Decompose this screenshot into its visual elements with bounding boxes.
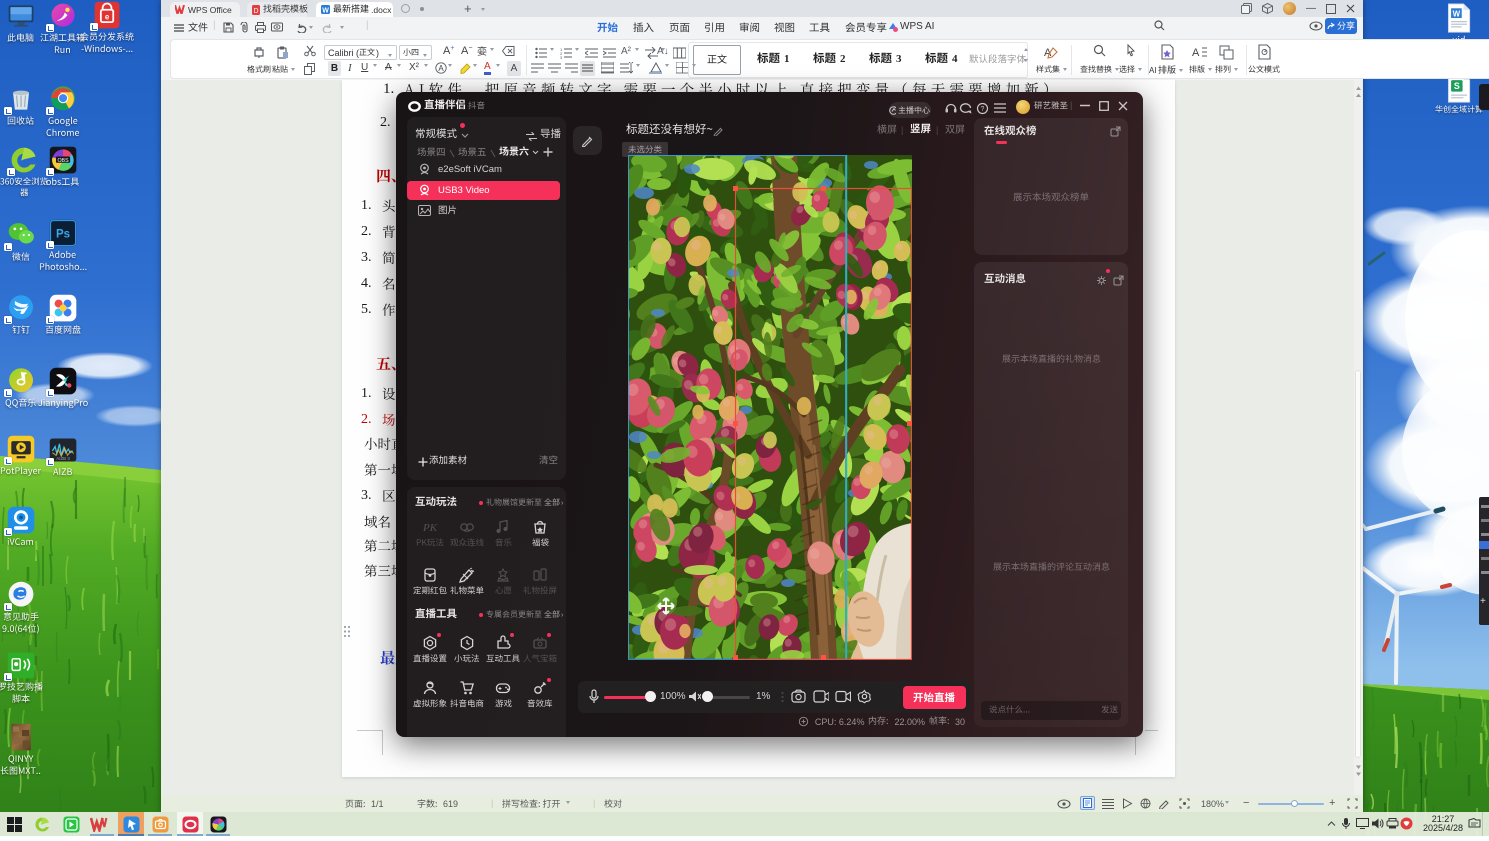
svg-text:PK: PK <box>422 522 438 534</box>
svg-text:A: A <box>438 64 444 73</box>
svg-text:W: W <box>322 8 329 15</box>
svg-text:W: W <box>1453 9 1461 18</box>
svg-text:D: D <box>253 8 258 15</box>
svg-text:?: ? <box>981 106 985 113</box>
svg-text:A: A <box>1192 47 1200 59</box>
svg-text:Ps: Ps <box>56 228 70 240</box>
svg-text:3: 3 <box>560 55 563 59</box>
svg-text:e: e <box>105 12 110 21</box>
svg-text:S: S <box>1454 81 1460 91</box>
svg-text:OBS: OBS <box>57 158 69 164</box>
svg-text:AIZB 3: AIZB 3 <box>56 456 70 461</box>
